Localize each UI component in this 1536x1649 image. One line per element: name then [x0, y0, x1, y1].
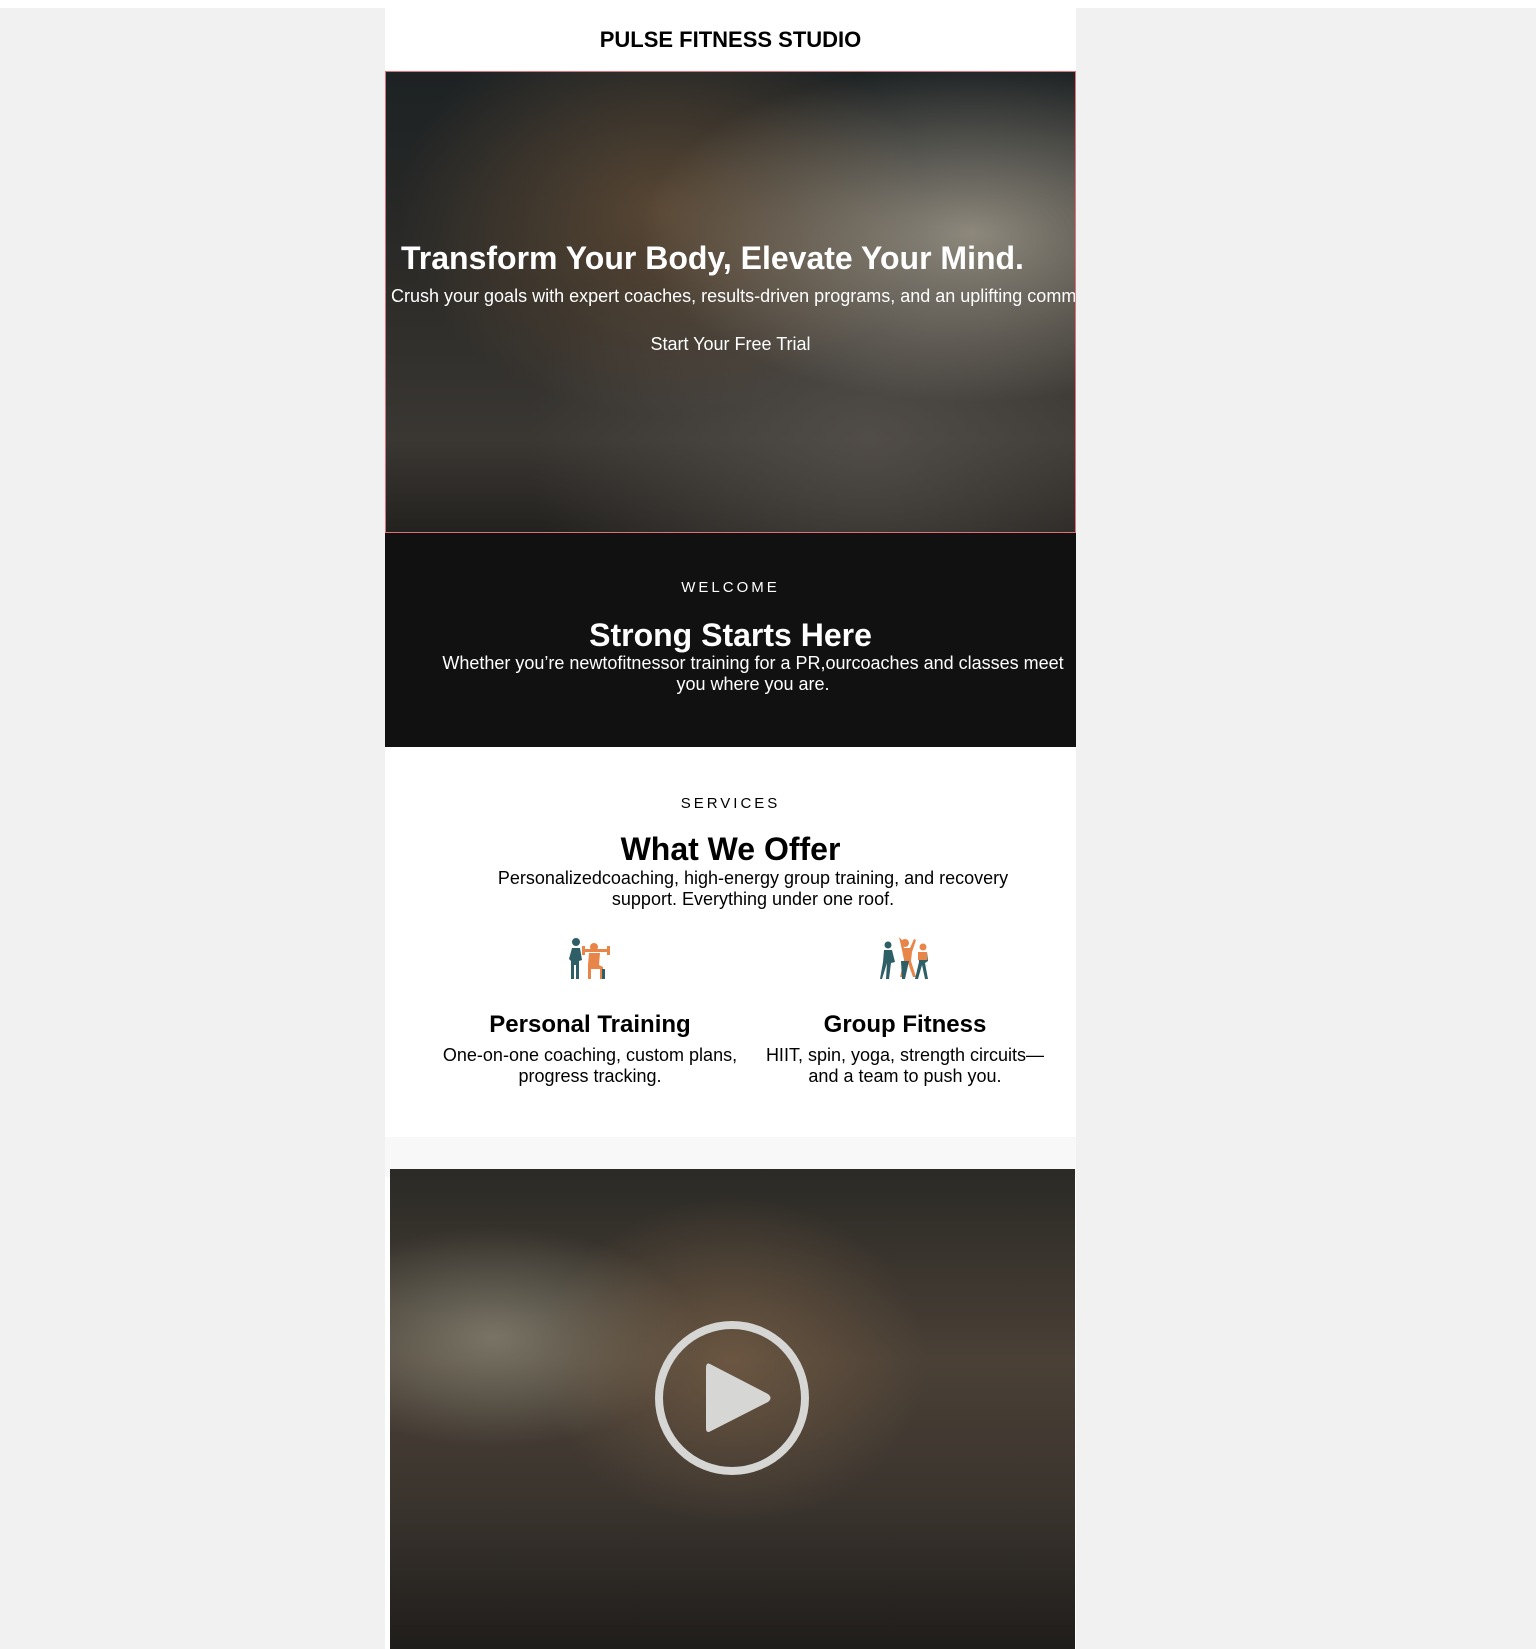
service-title: Group Fitness — [823, 1011, 987, 1038]
play-icon[interactable] — [654, 1320, 810, 1476]
welcome-section: WELCOME Strong Starts Here Whether you’r… — [385, 533, 1076, 747]
service-card-personal-training: Personal Training One-on-one coaching, c… — [440, 937, 740, 1087]
start-free-trial-button[interactable]: Start Your Free Trial — [386, 334, 1075, 355]
services-eyebrow: SERVICES — [680, 795, 781, 812]
top-strip — [0, 0, 1536, 8]
service-title: Personal Training — [489, 1011, 691, 1038]
video-thumbnail[interactable] — [390, 1169, 1075, 1649]
welcome-body: Whether you’re newtofitnessor training f… — [442, 653, 1064, 694]
personal-training-icon — [569, 938, 610, 979]
brand-title: PULSE FITNESS STUDIO — [599, 26, 862, 52]
services-section: SERVICES What We Offer Personalizedcoach… — [385, 747, 1076, 1137]
service-body: HIIT, spin, yoga, strength circuits—and … — [765, 1045, 1045, 1086]
service-card-group-fitness: Group Fitness HIIT, spin, yoga, strength… — [755, 937, 1055, 1087]
hero-subtitle: Crush your goals with expert coaches, re… — [391, 286, 1076, 306]
hero-title: Transform Your Body, Elevate Your Mind. — [401, 240, 1024, 276]
welcome-eyebrow: WELCOME — [681, 579, 780, 596]
service-body: One-on-one coaching, custom plans, progr… — [442, 1045, 738, 1086]
welcome-title: Strong Starts Here — [589, 617, 872, 653]
hero-banner: Transform Your Body, Elevate Your Mind. … — [385, 71, 1076, 533]
group-fitness-icon — [880, 937, 928, 979]
services-intro: Personalizedcoaching, high-energy group … — [497, 868, 1009, 909]
services-title: What We Offer — [620, 831, 841, 867]
